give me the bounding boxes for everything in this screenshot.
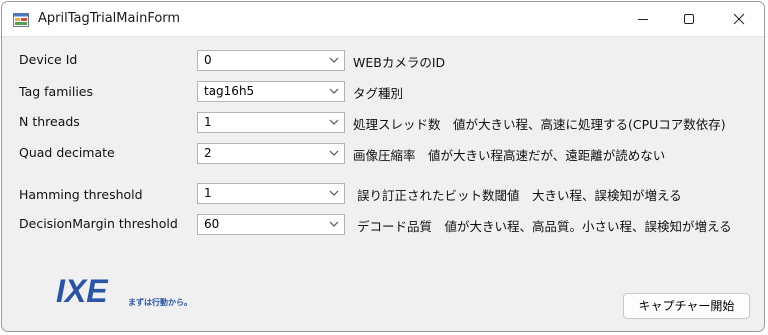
minimize-button[interactable] xyxy=(620,2,666,36)
title-bar: AprilTagTrialMainForm xyxy=(2,2,764,37)
chevron-down-icon xyxy=(329,221,339,227)
device-id-value: 0 xyxy=(204,53,212,67)
quad-decimate-label: Quad decimate xyxy=(19,145,115,160)
maximize-icon xyxy=(684,14,694,24)
quad-decimate-combobox[interactable]: 2 xyxy=(197,143,345,164)
n-threads-combobox[interactable]: 1 xyxy=(197,112,345,133)
decision-margin-threshold-label: DecisionMargin threshold xyxy=(19,216,178,231)
n-threads-label: N threads xyxy=(19,114,80,129)
chevron-down-icon xyxy=(329,150,339,156)
chevron-down-icon xyxy=(329,88,339,94)
logo-tagline: まずは行動から。 xyxy=(128,297,192,307)
close-button[interactable] xyxy=(716,2,762,36)
quad-decimate-description: 画像圧縮率 値が大きい程高速だが、遠距離が読めない xyxy=(353,148,666,163)
chevron-down-icon xyxy=(329,57,339,63)
n-threads-value: 1 xyxy=(204,115,212,129)
main-window: AprilTagTrialMainForm Device Id 0 WEBカメラ… xyxy=(1,1,765,332)
decision-margin-threshold-value: 60 xyxy=(204,217,220,231)
start-capture-button[interactable]: キャプチャー開始 xyxy=(623,293,750,319)
close-icon xyxy=(733,13,745,25)
chevron-down-icon xyxy=(329,190,339,196)
tag-families-label: Tag families xyxy=(19,84,93,99)
decision-margin-threshold-combobox[interactable]: 60 xyxy=(197,214,345,235)
device-id-label: Device Id xyxy=(19,52,78,67)
quad-decimate-value: 2 xyxy=(204,146,212,160)
maximize-button[interactable] xyxy=(666,2,712,36)
hamming-threshold-label: Hamming threshold xyxy=(19,187,143,202)
device-id-combobox[interactable]: 0 xyxy=(197,50,345,71)
tag-families-value: tag16h5 xyxy=(204,84,255,98)
minimize-icon xyxy=(638,19,648,20)
device-id-description: WEBカメラのID xyxy=(353,55,446,70)
tag-families-combobox[interactable]: tag16h5 xyxy=(197,81,345,102)
hamming-threshold-description: 誤り訂正されたビット数閾値 大きい程、誤検知が増える xyxy=(357,188,682,203)
hamming-threshold-value: 1 xyxy=(204,186,212,200)
window-title: AprilTagTrialMainForm xyxy=(38,11,181,26)
app-form-icon xyxy=(13,13,29,27)
tag-families-description: タグ種別 xyxy=(353,86,404,101)
logo-text: IXE xyxy=(56,273,109,309)
decision-margin-threshold-description: デコード品質 値が大きい程、高品質。小さい程、誤検知が増える xyxy=(357,219,732,234)
hamming-threshold-combobox[interactable]: 1 xyxy=(197,183,345,204)
ixe-logo: IXE まずは行動から。 xyxy=(56,273,192,309)
n-threads-description: 処理スレッド数 値が大きい程、高速に処理する(CPUコア数依存) xyxy=(353,117,726,132)
chevron-down-icon xyxy=(329,119,339,125)
